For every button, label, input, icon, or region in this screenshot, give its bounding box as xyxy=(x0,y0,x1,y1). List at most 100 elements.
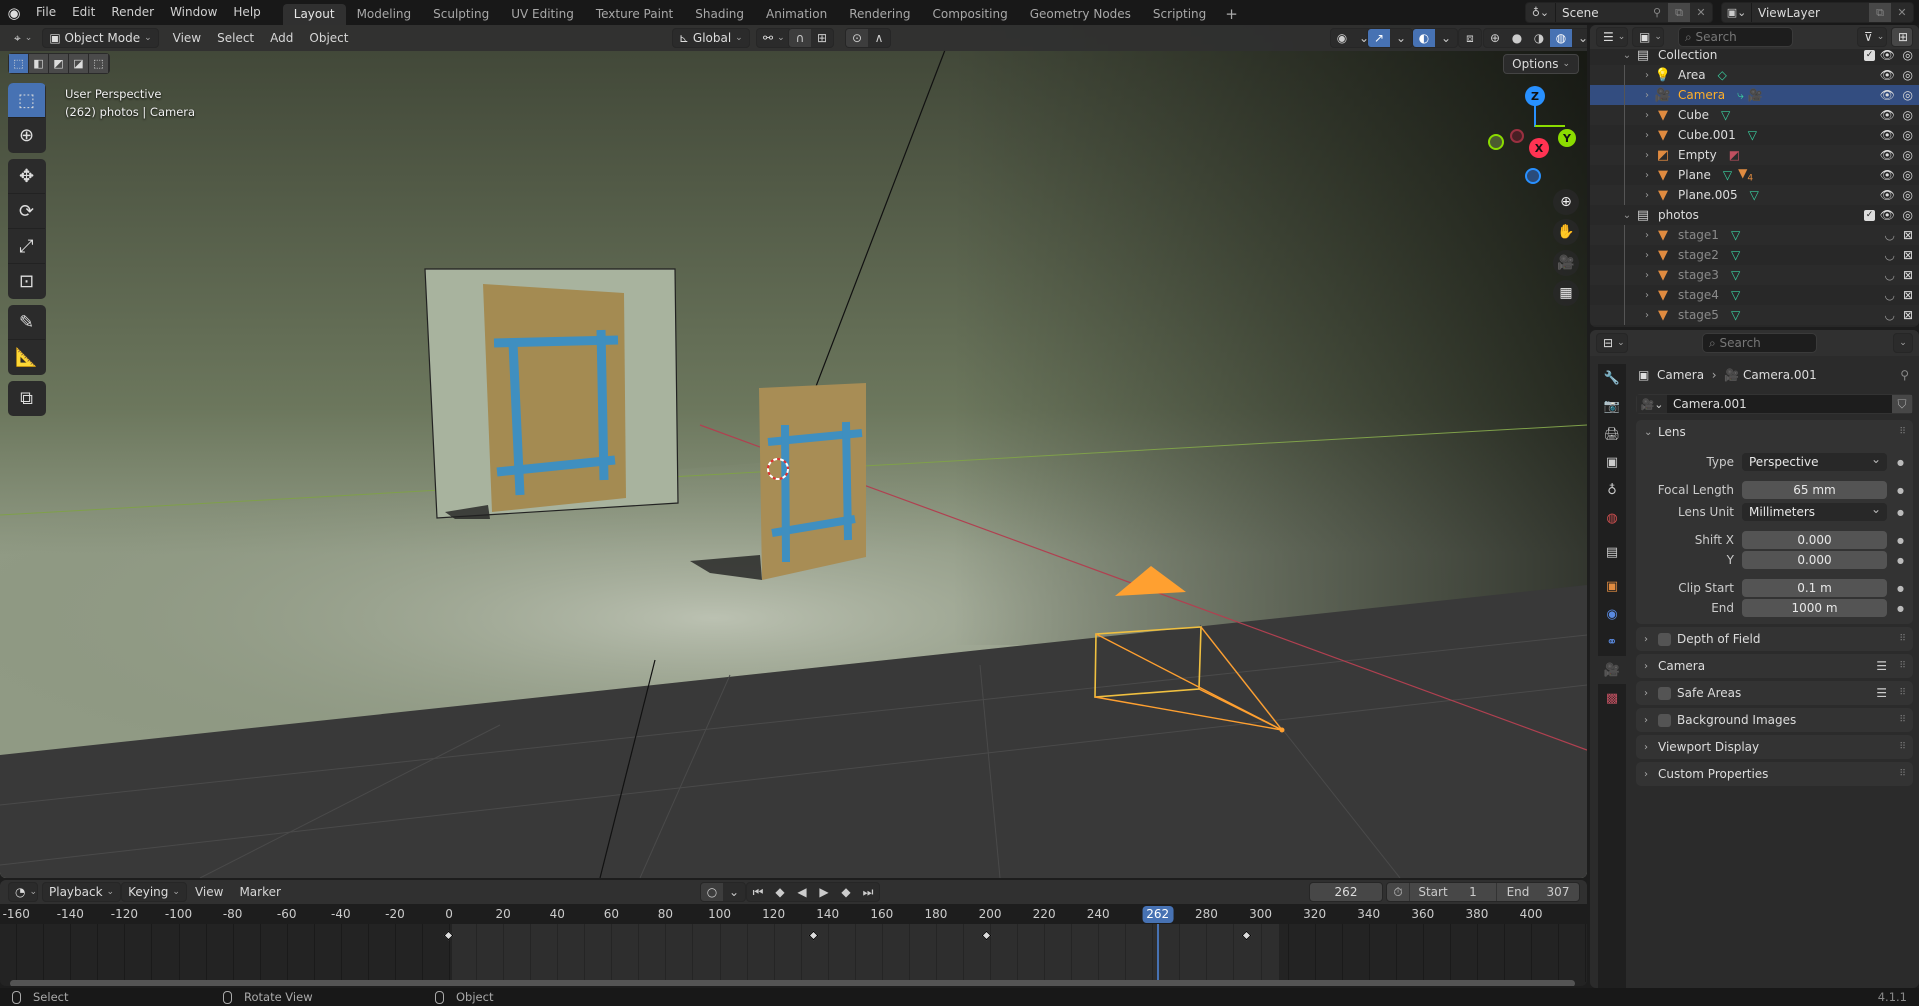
eye-icon[interactable]: 👁 xyxy=(1880,108,1895,122)
mesh-data-icon[interactable]: ▽ xyxy=(1731,288,1740,302)
tab-shading[interactable]: Shading xyxy=(684,4,755,25)
blender-logo-icon[interactable]: ◉ xyxy=(0,0,28,25)
keyframe-dot-icon[interactable]: ● xyxy=(1897,584,1904,593)
collection-checkbox[interactable]: ✓ xyxy=(1864,209,1875,221)
properties-editor-type[interactable]: ⊟ ⌄ xyxy=(1596,333,1628,353)
chevron-down-icon[interactable]: ⌄ xyxy=(723,883,745,901)
viewport-menu-select[interactable]: Select xyxy=(209,31,262,45)
chevron-right-icon[interactable]: › xyxy=(1640,190,1654,201)
render-camera-icon[interactable]: ◎ xyxy=(1903,68,1913,82)
eye-icon[interactable]: 👁 xyxy=(1880,148,1895,162)
mesh-data-icon[interactable]: ▽ xyxy=(1750,188,1759,202)
panel-checkbox[interactable] xyxy=(1658,632,1671,646)
view-layer-tab-icon[interactable]: ▣ xyxy=(1598,448,1626,476)
new-scene-icon[interactable]: ⧉ xyxy=(1668,3,1690,22)
pivot-dropdown[interactable]: ⚯ ⌄ xyxy=(756,28,792,48)
outliner-row-label[interactable]: Collection xyxy=(1658,48,1717,62)
outliner-row-label[interactable]: stage5 xyxy=(1678,308,1719,322)
chevron-right-icon[interactable]: › xyxy=(1640,110,1654,121)
outliner-row-label[interactable]: Plane xyxy=(1678,168,1711,182)
auto-keying-icon[interactable]: ○ xyxy=(701,883,723,901)
outliner-row-area[interactable]: › 💡 Area ◇ 👁 ◎ xyxy=(1590,65,1919,85)
filter-dropdown[interactable]: ⊽ ⌄ xyxy=(1857,27,1887,47)
focal-length-field[interactable]: 65 mm xyxy=(1742,481,1887,499)
chevron-down-icon[interactable]: ⌄ xyxy=(1390,29,1412,47)
light-data-icon[interactable]: ◇ xyxy=(1718,68,1727,82)
lens-panel-header[interactable]: ⌄ Lens ⠿ xyxy=(1636,420,1913,444)
mesh-data-icon[interactable]: ▽ xyxy=(1721,108,1730,122)
render-tab-icon[interactable]: 📷 xyxy=(1598,392,1626,420)
3d-viewport[interactable]: ⌖ ⌄ ▣ Object Mode ⌄ View Select Add Object… xyxy=(0,25,1587,878)
panel-header[interactable]: › Viewport Display ⠿ xyxy=(1636,735,1913,759)
delete-scene-icon[interactable]: ✕ xyxy=(1690,3,1712,22)
start-frame-field[interactable]: Start 1 xyxy=(1409,883,1496,901)
chevron-down-icon[interactable]: ⌄ xyxy=(1620,210,1634,221)
fake-user-shield-icon[interactable]: ⛉ xyxy=(1892,395,1912,413)
viewlayer-name[interactable]: ViewLayer xyxy=(1752,6,1869,20)
collection-checkbox[interactable]: ✓ xyxy=(1864,49,1875,61)
viewport-menu-add[interactable]: Add xyxy=(262,31,301,45)
drag-grip-icon[interactable]: ⠿ xyxy=(1899,769,1906,779)
mesh-data-icon[interactable]: ▽ xyxy=(1723,168,1732,182)
tab-uv-editing[interactable]: UV Editing xyxy=(500,4,585,25)
timeline-menu-marker[interactable]: Marker xyxy=(231,885,288,899)
menu-render[interactable]: Render xyxy=(103,0,162,25)
lens-unit-dropdown[interactable]: Millimeters xyxy=(1742,500,1887,521)
eye-closed-icon[interactable]: ◡ xyxy=(1885,288,1895,302)
outliner-row-cube[interactable]: › ▼ Cube ▽ 👁 ◎ xyxy=(1590,105,1919,125)
next-keyframe-icon[interactable]: ◆ xyxy=(835,883,857,901)
tab-scripting[interactable]: Scripting xyxy=(1142,4,1217,25)
properties-options-dropdown[interactable]: ⌄ xyxy=(1893,333,1913,353)
camera-datablock-selector[interactable]: 🎥⌄ Camera.001 ⛉ xyxy=(1636,394,1913,414)
physics-tab-icon[interactable]: ◉ xyxy=(1598,600,1626,628)
outliner-row-label[interactable]: Empty xyxy=(1678,148,1717,162)
playhead-line[interactable] xyxy=(1156,924,1159,982)
mesh-data-icon[interactable]: ▽ xyxy=(1731,268,1740,282)
overlay-toggle-icon[interactable]: ◐ xyxy=(1413,29,1435,47)
chevron-down-icon[interactable]: ⌄ xyxy=(1435,29,1457,47)
chevron-right-icon[interactable]: › xyxy=(1640,250,1654,261)
clip-end-field[interactable]: 1000 m xyxy=(1742,599,1887,617)
output-tab-icon[interactable]: 🖨 xyxy=(1598,420,1626,448)
delete-viewlayer-icon[interactable]: ✕ xyxy=(1891,3,1913,22)
world-tab-icon[interactable]: ◍ xyxy=(1598,504,1626,532)
scale-tool[interactable]: ⤢ xyxy=(8,229,45,264)
pin-icon[interactable]: ⚲ xyxy=(1646,3,1668,22)
rendered-shading-icon[interactable]: ◍ xyxy=(1550,29,1572,47)
chevron-right-icon[interactable]: › xyxy=(1640,230,1654,241)
gizmo-neg-z[interactable] xyxy=(1525,168,1541,184)
proportional-edit-icon[interactable]: ⊙ xyxy=(846,29,868,47)
eye-icon[interactable]: 👁 xyxy=(1880,128,1895,142)
chevron-down-icon[interactable]: ⌄ xyxy=(1572,29,1587,47)
camera-view-icon[interactable]: 🎥 xyxy=(1553,250,1579,276)
outliner-row-plane-005[interactable]: › ▼ Plane.005 ▽ 👁 ◎ xyxy=(1590,185,1919,205)
outliner-row-label[interactable]: Cube.001 xyxy=(1678,128,1736,142)
drag-grip-icon[interactable]: ⠿ xyxy=(1899,661,1906,671)
menu-help[interactable]: Help xyxy=(225,0,268,25)
keyframe-dot-icon[interactable]: ● xyxy=(1897,556,1904,565)
mesh-data-icon[interactable]: ▽ xyxy=(1731,308,1740,322)
render-camera-icon[interactable]: ◎ xyxy=(1903,128,1913,142)
ortho-grid-icon[interactable]: ▦ xyxy=(1553,280,1579,306)
snap-toggle-icon[interactable]: ∩ xyxy=(789,29,811,47)
prev-keyframe-icon[interactable]: ◆ xyxy=(769,883,791,901)
gizmo-toggle-icon[interactable]: ↗ xyxy=(1368,29,1390,47)
render-disabled-icon[interactable]: ⊠ xyxy=(1903,268,1913,282)
chevron-right-icon[interactable]: › xyxy=(1640,310,1654,321)
pin-icon[interactable]: ⚲ xyxy=(1900,368,1909,382)
frame-ruler[interactable]: -160 -140 -120 -100 -80 -60 -40 -20 0 20 40 60 80 100… xyxy=(0,904,1587,924)
stopwatch-icon[interactable]: ⏱ xyxy=(1387,883,1409,901)
viewlayer-selector[interactable]: ▣⌄ ViewLayer ⧉ ✕ xyxy=(1721,2,1914,23)
render-disabled-icon[interactable]: ⊠ xyxy=(1903,288,1913,302)
eye-closed-icon[interactable]: ◡ xyxy=(1885,268,1895,282)
lens-type-dropdown[interactable]: Perspective xyxy=(1742,450,1887,471)
chevron-right-icon[interactable]: › xyxy=(1640,90,1654,101)
move-tool[interactable]: ✥ xyxy=(8,159,45,194)
keyframe-dot-icon[interactable]: ● xyxy=(1897,458,1904,467)
render-camera-icon[interactable]: ◎ xyxy=(1903,168,1913,182)
keyframe-track[interactable] xyxy=(0,924,1587,982)
timeline-menu-view[interactable]: View xyxy=(187,885,231,899)
tab-animation[interactable]: Animation xyxy=(755,4,838,25)
panel-checkbox[interactable] xyxy=(1658,713,1671,727)
outliner-row-label[interactable]: stage3 xyxy=(1678,268,1719,282)
